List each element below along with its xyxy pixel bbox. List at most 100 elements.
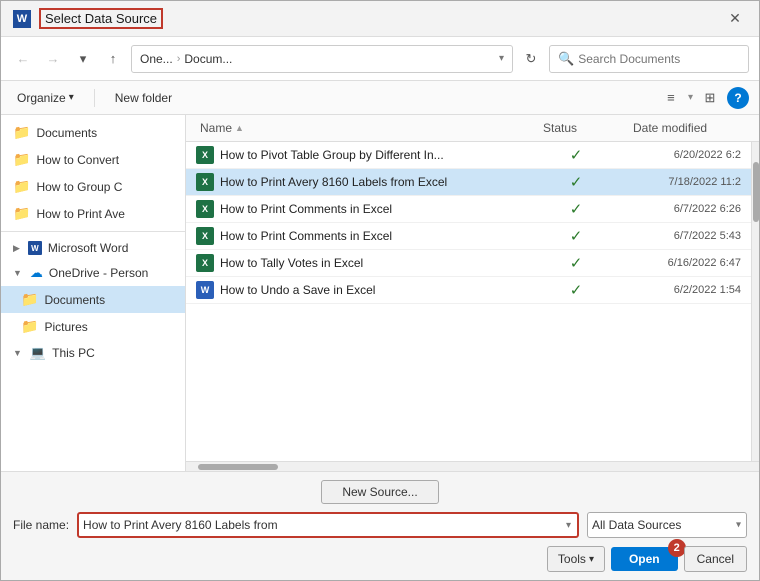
sidebar-item-label: How to Convert [36,153,119,167]
expand-arrow: ▶ [13,243,20,254]
sidebar-item-this-pc[interactable]: ▼ 💻 This PC [1,340,185,366]
status-check: ✓ [531,146,621,164]
sidebar-item-label: Microsoft Word [48,241,128,255]
filename-input[interactable] [83,518,564,532]
new-folder-button[interactable]: New folder [109,89,178,107]
sidebar-item-label: This PC [52,346,95,360]
view-grid-button[interactable]: ⊞ [697,87,723,109]
date-cell: 6/2/2022 1:54 [621,284,741,296]
file-name-text: How to Print Comments in Excel [220,229,392,243]
sidebar-item-pictures[interactable]: 📁 Pictures [1,313,185,340]
close-button[interactable]: ✕ [723,7,747,31]
file-list: X How to Pivot Table Group by Different … [186,142,751,461]
new-source-button[interactable]: New Source... [321,480,438,504]
excel-icon: X [196,227,214,245]
organize-button[interactable]: Organize ▾ [11,89,80,107]
folder-icon: 📁 [13,178,30,195]
file-name-cell: X How to Print Avery 8160 Labels from Ex… [196,173,531,191]
file-name-text: How to Print Avery 8160 Labels from Exce… [220,175,447,189]
file-type-select[interactable]: All Data Sources Word Documents Excel Fi… [587,512,747,538]
sidebar-item-how-to-print-ave[interactable]: 📁 How to Print Ave [1,200,185,227]
file-name-text: How to Undo a Save in Excel [220,283,375,297]
sidebar-item-how-to-convert[interactable]: 📁 How to Convert [1,146,185,173]
horizontal-scrollbar[interactable] [186,461,759,471]
action-row: Tools ▾ Open 2 Cancel [13,546,747,572]
tools-button[interactable]: Tools ▾ [547,546,605,572]
expand-arrow: ▼ [13,268,22,278]
help-button[interactable]: ? [727,87,749,109]
folder-icon: 📁 [13,205,30,222]
address-box[interactable]: One... › Docum... ▾ [131,45,513,73]
address-bar: ← → ▾ ↑ One... › Docum... ▾ ↻ 🔍 [1,37,759,81]
forward-button[interactable]: → [41,47,65,71]
view-list-button[interactable]: ≡ [658,87,684,109]
scrollbar-thumb [753,162,759,222]
file-name-cell: X How to Pivot Table Group by Different … [196,146,531,164]
back-button[interactable]: ← [11,47,35,71]
sidebar-item-label: How to Print Ave [36,207,125,221]
file-name-cell: W How to Undo a Save in Excel [196,281,531,299]
table-row[interactable]: X How to Tally Votes in Excel ✓ 6/16/202… [186,250,751,277]
toolbar-separator [94,89,95,107]
folder-icon: 📁 [13,151,30,168]
file-name-cell: X How to Print Comments in Excel [196,227,531,245]
date-cell: 7/18/2022 11:2 [621,176,741,188]
excel-icon: X [196,173,214,191]
sidebar-item-onedrive[interactable]: ▼ ☁ OneDrive - Person [1,260,185,286]
file-list-wrapper: X How to Pivot Table Group by Different … [186,142,759,461]
filename-input-wrapper: ▾ [77,512,579,538]
filename-label: File name: [13,518,69,532]
folder-icon: 📁 [13,124,30,141]
status-check: ✓ [531,254,621,272]
refresh-button[interactable]: ↻ [519,47,543,71]
dialog-title: Select Data Source [39,8,163,29]
table-row[interactable]: X How to Print Comments in Excel ✓ 6/7/2… [186,223,751,250]
cancel-button[interactable]: Cancel [684,546,747,572]
word-icon: W [13,10,31,28]
table-row[interactable]: X How to Print Comments in Excel ✓ 6/7/2… [186,196,751,223]
folder-icon: 📁 [21,318,38,335]
col-header-status[interactable]: Status [539,119,629,137]
folder-icon: 📁 [21,291,38,308]
select-data-source-dialog: W Select Data Source ✕ ← → ▾ ↑ One... › … [0,0,760,581]
file-name-text: How to Print Comments in Excel [220,202,392,216]
computer-icon: 💻 [30,345,46,361]
file-list-area: Name ▲ Status Date modified X How to Piv… [186,115,759,471]
sidebar: 📁 Documents 📁 How to Convert 📁 How to Gr… [1,115,186,471]
date-cell: 6/20/2022 6:2 [621,149,741,161]
table-row[interactable]: W How to Undo a Save in Excel ✓ 6/2/2022… [186,277,751,304]
address-part2: Docum... [184,52,232,66]
sidebar-item-how-to-group[interactable]: 📁 How to Group C [1,173,185,200]
date-cell: 6/7/2022 6:26 [621,203,741,215]
sidebar-divider [1,231,185,232]
search-icon: 🔍 [558,51,574,67]
search-input[interactable] [578,52,740,66]
up-button[interactable]: ↑ [101,47,125,71]
sidebar-item-onedrive-documents[interactable]: 📁 Documents [1,286,185,313]
excel-icon: X [196,200,214,218]
sidebar-item-label: Documents [36,126,97,140]
col-header-name[interactable]: Name ▲ [196,119,539,137]
title-bar-left: W Select Data Source [13,8,163,29]
status-check: ✓ [531,173,621,191]
sidebar-item-microsoft-word[interactable]: ▶ W Microsoft Word [1,236,185,260]
search-box[interactable]: 🔍 [549,45,749,73]
filename-chevron[interactable]: ▾ [564,518,573,533]
open-btn-container: Open 2 [611,547,678,571]
sidebar-item-label: OneDrive - Person [49,266,148,280]
vertical-scrollbar[interactable] [751,142,759,461]
main-area: 📁 Documents 📁 How to Convert 📁 How to Gr… [1,115,759,471]
status-check: ✓ [531,281,621,299]
col-header-date[interactable]: Date modified [629,119,749,137]
sidebar-item-documents[interactable]: 📁 Documents [1,119,185,146]
word-icon-sm: W [28,241,42,255]
sidebar-item-label: Documents [44,293,105,307]
dropdown-button[interactable]: ▾ [71,47,95,71]
file-type-wrapper: All Data Sources Word Documents Excel Fi… [587,512,747,538]
file-name-cell: X How to Tally Votes in Excel [196,254,531,272]
file-name-text: How to Tally Votes in Excel [220,256,363,270]
table-row[interactable]: X How to Print Avery 8160 Labels from Ex… [186,169,751,196]
table-row[interactable]: X How to Pivot Table Group by Different … [186,142,751,169]
expand-arrow: ▼ [13,348,22,358]
word-icon-lg: W [196,281,214,299]
